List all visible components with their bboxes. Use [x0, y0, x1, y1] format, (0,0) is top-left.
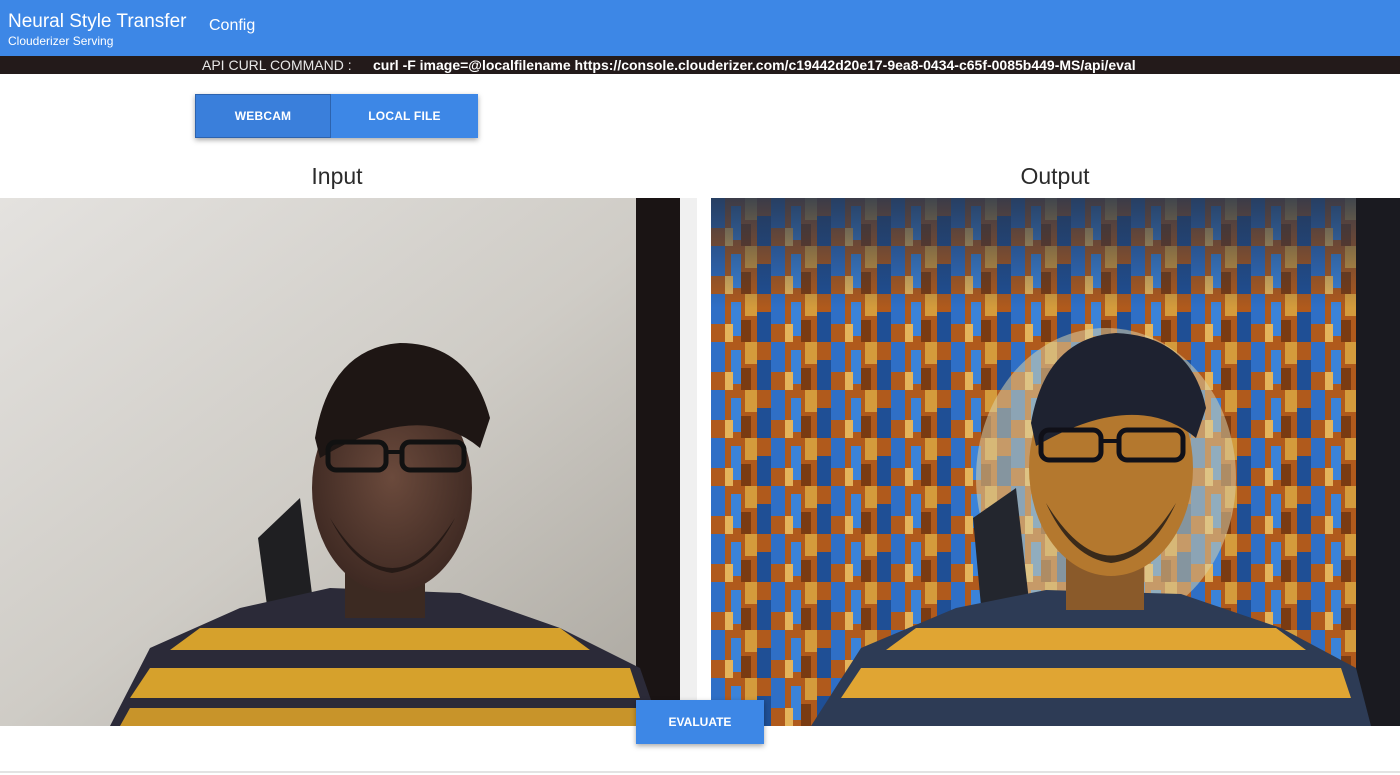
input-webcam-image: [0, 198, 697, 726]
config-menu-link[interactable]: Config: [209, 17, 255, 35]
webcam-tab[interactable]: WEBCAM: [195, 94, 331, 138]
app-title: Neural Style Transfer: [8, 11, 187, 32]
input-panel-title: Input: [311, 163, 363, 189]
app-subtitle: Clouderizer Serving: [8, 34, 114, 48]
evaluate-button[interactable]: EVALUATE: [636, 700, 764, 744]
footer-divider: [0, 771, 1400, 773]
app-bar: Neural Style Transfer Clouderizer Servin…: [0, 0, 1400, 56]
api-command-strip: API CURL COMMAND : curl -F image=@localf…: [0, 56, 1400, 74]
output-stylized-image: [711, 198, 1400, 726]
local-file-tab[interactable]: LOCAL FILE: [331, 94, 478, 138]
api-command-label: API CURL COMMAND :: [202, 57, 352, 73]
api-command-text[interactable]: curl -F image=@localfilename https://con…: [373, 56, 1136, 74]
source-mode-tabs: WEBCAM LOCAL FILE: [195, 94, 478, 138]
output-panel-title: Output: [1020, 163, 1090, 189]
